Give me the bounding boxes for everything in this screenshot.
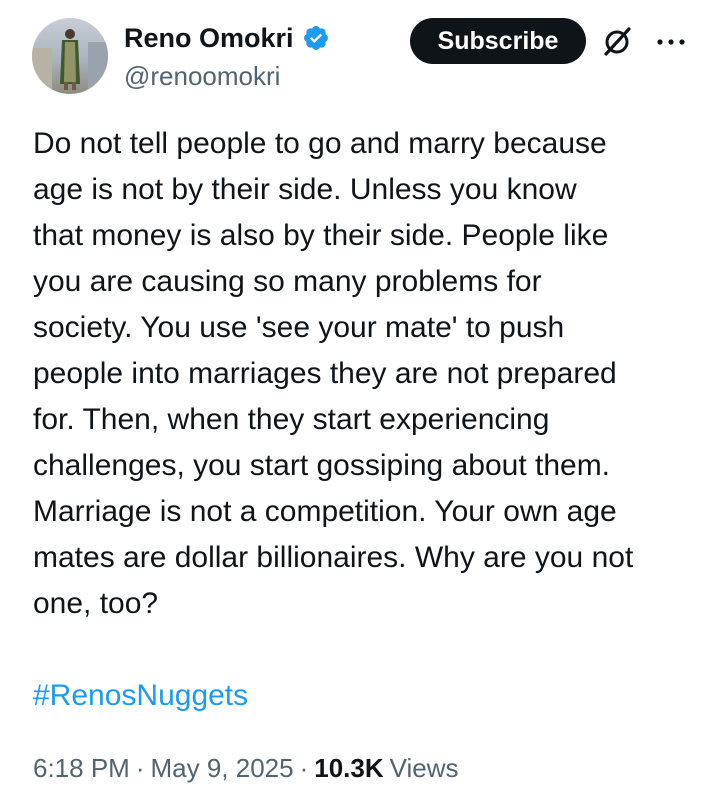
more-horizontal-icon[interactable]	[654, 28, 688, 56]
hashtag-link[interactable]: #RenosNuggets	[33, 673, 248, 719]
tweet-date[interactable]: May 9, 2025	[151, 746, 294, 790]
subscribe-button[interactable]: Subscribe	[410, 18, 586, 64]
tweet-text: Do not tell people to go and marry becau…	[33, 127, 634, 620]
display-name[interactable]: Reno Omokri	[124, 22, 294, 54]
tweet-meta: 6:18 PM · May 9, 2025 · 10.3K Views	[33, 746, 459, 790]
name-row: Reno Omokri	[124, 22, 330, 54]
avatar[interactable]	[32, 18, 108, 94]
separator: ·	[299, 753, 309, 783]
grok-icon[interactable]	[600, 24, 634, 58]
separator: ·	[135, 753, 145, 783]
tweet: Reno Omokri @renoomokri Subscribe Do not…	[0, 0, 720, 796]
views-label: Views	[389, 753, 459, 783]
verified-badge-icon[interactable]	[302, 24, 330, 52]
author-handle[interactable]: @renoomokri	[124, 60, 280, 92]
views-count[interactable]: 10.3K	[314, 746, 383, 790]
avatar-photo-icon	[32, 18, 108, 94]
tweet-time[interactable]: 6:18 PM	[33, 746, 130, 790]
